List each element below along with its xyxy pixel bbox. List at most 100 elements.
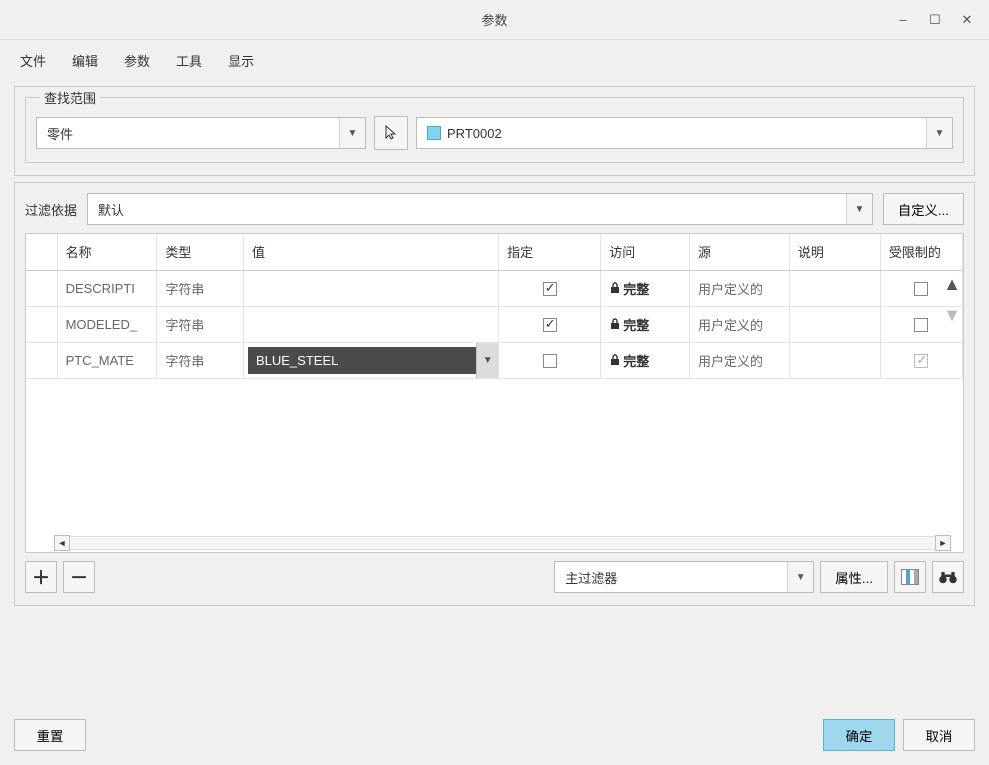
checkbox-icon[interactable]: [543, 354, 557, 368]
chevron-down-icon[interactable]: ▼: [476, 343, 498, 378]
row-move-arrows: ▲ ▼: [943, 274, 961, 326]
cell-access[interactable]: 完整: [601, 306, 690, 342]
col-access[interactable]: 访问: [601, 234, 690, 270]
part-combo-text: PRT0002: [447, 126, 502, 141]
properties-button[interactable]: 属性...: [820, 561, 888, 593]
window-title: 参数: [481, 10, 507, 29]
part-combo[interactable]: PRT0002 ▼: [416, 117, 953, 149]
menu-params[interactable]: 参数: [124, 51, 150, 70]
filter-combo[interactable]: 默认 ▼: [87, 193, 873, 225]
find-button[interactable]: [932, 561, 964, 593]
menu-edit[interactable]: 编辑: [72, 51, 98, 70]
col-desc[interactable]: 说明: [789, 234, 880, 270]
chevron-down-icon: ▼: [339, 118, 365, 148]
cell-name[interactable]: MODELED_: [57, 306, 157, 342]
checkbox-icon[interactable]: [543, 318, 557, 332]
close-button[interactable]: ✕: [953, 6, 981, 34]
pointer-icon: [383, 125, 399, 141]
cell-name[interactable]: DESCRIPTI: [57, 270, 157, 306]
customize-button[interactable]: 自定义...: [883, 193, 964, 225]
menu-display[interactable]: 显示: [228, 51, 254, 70]
bottom-toolbar: ＋ － 主过滤器 ▼ 属性...: [15, 553, 974, 593]
cell-assign[interactable]: [499, 270, 601, 306]
filter-combo-text: 默认: [88, 200, 846, 219]
search-scope-group: 查找范围 零件 ▼ PRT0002 ▼: [25, 97, 964, 163]
main-filter-text: 主过滤器: [555, 568, 787, 587]
cell-source[interactable]: 用户定义的: [690, 270, 790, 306]
minimize-button[interactable]: –: [889, 6, 917, 34]
scroll-track[interactable]: [70, 536, 935, 550]
horizontal-scrollbar[interactable]: ◄ ►: [54, 534, 951, 552]
cell-assign[interactable]: [499, 306, 601, 342]
ok-button[interactable]: 确定: [823, 719, 895, 751]
col-restrict[interactable]: 受限制的: [880, 234, 962, 270]
lock-icon: [609, 282, 621, 294]
cell-type[interactable]: 字符串: [157, 270, 244, 306]
reset-button[interactable]: 重置: [14, 719, 86, 751]
table-row[interactable]: MODELED_ 字符串 完整 用户定义的: [26, 306, 963, 342]
cell-access[interactable]: 完整: [601, 342, 690, 378]
move-up-button[interactable]: ▲: [943, 274, 961, 295]
search-scope-label: 查找范围: [40, 88, 100, 107]
window-controls: – ☐ ✕: [889, 6, 981, 34]
table-row[interactable]: DESCRIPTI 字符串 完整 用户定义的: [26, 270, 963, 306]
col-value[interactable]: 值: [243, 234, 498, 270]
cell-type[interactable]: 字符串: [157, 342, 244, 378]
cell-value[interactable]: [243, 306, 498, 342]
add-button[interactable]: ＋: [25, 561, 57, 593]
value-selected[interactable]: BLUE_STEEL: [248, 347, 476, 374]
cell-name[interactable]: PTC_MATE: [57, 342, 157, 378]
cell-value-dropdown[interactable]: BLUE_STEEL ▼ RED_STEEL GREEN_STEEL BLUE_…: [243, 342, 498, 378]
checkbox-icon[interactable]: [543, 282, 557, 296]
pointer-button[interactable]: [374, 116, 408, 150]
move-down-button[interactable]: ▼: [943, 305, 961, 326]
cell-type[interactable]: 字符串: [157, 306, 244, 342]
col-type[interactable]: 类型: [157, 234, 244, 270]
menu-tools[interactable]: 工具: [176, 51, 202, 70]
scroll-left-button[interactable]: ◄: [54, 535, 70, 551]
columns-icon: [901, 569, 919, 585]
outer-frame: 查找范围 零件 ▼ PRT0002 ▼: [14, 86, 975, 176]
lock-icon: [609, 354, 621, 366]
lock-icon: [609, 318, 621, 330]
table-frame: 过滤依据 默认 ▼ 自定义... 名称 类型 值 指定 访问 源 说明 受限制的: [14, 182, 975, 606]
parameters-table: 名称 类型 值 指定 访问 源 说明 受限制的 DESCRIPTI 字符串: [25, 233, 964, 553]
chevron-down-icon: ▼: [787, 562, 813, 592]
table-header-row: 名称 类型 值 指定 访问 源 说明 受限制的: [26, 234, 963, 270]
col-name[interactable]: 名称: [57, 234, 157, 270]
type-combo[interactable]: 零件 ▼: [36, 117, 366, 149]
menubar: 文件 编辑 参数 工具 显示: [0, 40, 989, 80]
filter-label: 过滤依据: [25, 200, 77, 219]
checkbox-icon[interactable]: [914, 282, 928, 296]
cell-access[interactable]: 完整: [601, 270, 690, 306]
col-assign[interactable]: 指定: [499, 234, 601, 270]
cell-desc[interactable]: [789, 342, 880, 378]
maximize-button[interactable]: ☐: [921, 6, 949, 34]
cell-desc[interactable]: [789, 270, 880, 306]
chevron-down-icon: ▼: [846, 194, 872, 224]
main-filter-combo[interactable]: 主过滤器 ▼: [554, 561, 814, 593]
table-row[interactable]: PTC_MATE 字符串 BLUE_STEEL ▼ RED_STEEL GREE…: [26, 342, 963, 378]
corner-cell: [26, 234, 57, 270]
checkbox-icon: [914, 354, 928, 368]
col-source[interactable]: 源: [690, 234, 790, 270]
part-icon: [427, 126, 441, 140]
remove-button[interactable]: －: [63, 561, 95, 593]
chevron-down-icon: ▼: [926, 118, 952, 148]
type-combo-text: 零件: [37, 124, 339, 143]
columns-button[interactable]: [894, 561, 926, 593]
titlebar: 参数 – ☐ ✕: [0, 0, 989, 40]
cancel-button[interactable]: 取消: [903, 719, 975, 751]
cell-desc[interactable]: [789, 306, 880, 342]
binoculars-icon: [938, 569, 958, 585]
menu-file[interactable]: 文件: [20, 51, 46, 70]
cell-source[interactable]: 用户定义的: [690, 306, 790, 342]
cell-value[interactable]: [243, 270, 498, 306]
checkbox-icon[interactable]: [914, 318, 928, 332]
cell-source[interactable]: 用户定义的: [690, 342, 790, 378]
cell-restrict[interactable]: [880, 342, 962, 378]
filter-row: 过滤依据 默认 ▼ 自定义...: [15, 183, 974, 233]
scroll-right-button[interactable]: ►: [935, 535, 951, 551]
cell-assign[interactable]: [499, 342, 601, 378]
dialog-buttons: 重置 确定 取消: [14, 719, 975, 751]
